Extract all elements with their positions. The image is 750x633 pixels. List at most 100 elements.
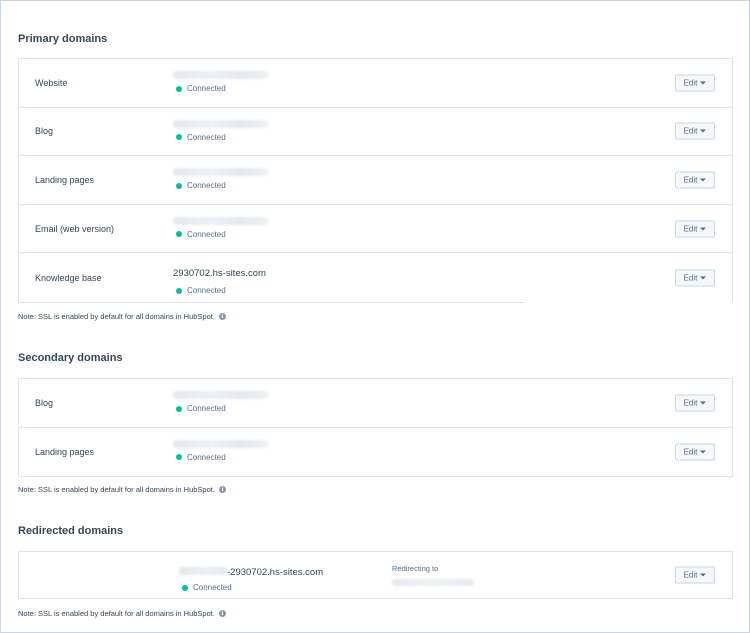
edit-label: Edit [683,398,698,408]
status-text: Connected [187,84,226,93]
ssl-note: Note: SSL is enabled by default for all … [18,485,226,494]
status-dot-icon [176,454,182,461]
caret-down-icon [700,81,707,85]
connection-status: Connected [173,133,269,142]
connection-status: Connected [173,230,269,239]
row-label: Website [35,77,68,88]
domain-redacted [179,566,227,575]
domain-cell: Connected [173,215,269,239]
primary-row-knowledge-base: Knowledge base 2930702.hs-sites.com Conn… [19,253,732,302]
status-text: Connected [187,404,226,413]
status-text: Connected [187,181,226,191]
row-label: Email (web version) [35,223,115,234]
domain-redacted [173,216,269,225]
domain-cell: Connected [173,118,269,142]
edit-button[interactable]: Edit [675,443,715,461]
status-text: Connected [187,229,226,239]
domain-cell: Connected [173,389,269,413]
connection-status: Connected [173,286,266,295]
domain-cell: Connected [173,438,269,462]
redirect-cell: Redirecting to [392,564,474,586]
status-dot-icon [176,134,182,141]
secondary-domains-table: Blog Connected Edit Landing pages Connec… [18,378,733,478]
edit-button[interactable]: Edit [675,394,715,412]
ssl-note: Note: SSL is enabled by default for all … [18,609,226,618]
primary-domains-table: Website Connected Edit Blog Connected Ed… [18,58,733,303]
connection-status: Connected [173,84,269,93]
domain-line: -2930702.hs-sites.com [179,562,323,580]
edit-button[interactable]: Edit [675,171,715,189]
primary-row-blog: Blog Connected Edit [19,108,732,157]
secondary-row-blog: Blog Connected Edit [19,379,732,428]
primary-row-website: Website Connected Edit [19,59,732,108]
caret-down-icon [700,178,707,182]
status-dot-icon [182,584,188,591]
primary-domains-title: Primary domains [18,33,108,45]
edit-button[interactable]: Edit [675,220,715,238]
edit-label: Edit [683,273,698,283]
redirected-row: -2930702.hs-sites.com Connected Redirect… [19,552,732,598]
secondary-row-landing-pages: Landing pages Connected Edit [19,428,732,477]
row-label: Blog [35,397,54,408]
domain-cell: 2930702.hs-sites.com Connected [173,263,266,295]
row-label: Landing pages [35,174,95,185]
edit-label: Edit [683,570,698,580]
domain-redacted [173,439,269,448]
domain-name[interactable]: -2930702.hs-sites.com [227,567,323,578]
caret-down-icon [700,573,707,577]
edit-button[interactable]: Edit [675,269,715,287]
ssl-note-text: Note: SSL is enabled by default for all … [18,312,215,321]
connection-status: Connected [179,583,323,592]
edit-label: Edit [683,78,698,88]
row-divider-gap [18,425,154,427]
status-dot-icon [176,231,182,238]
caret-down-icon [700,129,707,133]
domain-cell: -2930702.hs-sites.com Connected [179,562,323,592]
edit-label: Edit [683,126,698,136]
status-dot-icon [176,182,182,189]
row-label: Knowledge base [35,272,102,283]
connection-status: Connected [173,181,269,190]
status-dot-icon [176,85,182,92]
ssl-note-text: Note: SSL is enabled by default for all … [18,609,215,618]
domain-cell: Connected [173,166,269,190]
redirect-label: Redirecting to [392,564,439,573]
secondary-domains-title: Secondary domains [18,352,123,364]
status-text: Connected [187,132,226,142]
redirected-domains-table: -2930702.hs-sites.com Connected Redirect… [18,551,733,599]
row-label: Blog [35,126,54,137]
info-icon[interactable]: i [218,486,226,493]
ssl-note-text: Note: SSL is enabled by default for all … [18,485,215,494]
domain-cell: Connected [173,69,269,93]
primary-row-email: Email (web version) Connected Edit [19,205,732,254]
row-label: Landing pages [35,446,95,457]
domain-redacted [173,391,269,399]
info-icon[interactable]: i [218,313,226,320]
redirected-domains-title: Redirected domains [18,525,124,537]
caret-down-icon [700,401,707,405]
domain-redacted [173,119,269,128]
caret-down-icon [700,276,707,280]
edit-button[interactable]: Edit [675,122,715,140]
status-dot-icon [176,287,182,294]
redirect-target-redacted [392,579,474,586]
connection-status: Connected [173,453,269,462]
edit-label: Edit [683,175,698,185]
domain-redacted [173,168,269,177]
info-icon[interactable]: i [218,610,226,617]
status-text: Connected [193,583,232,592]
caret-down-icon [700,227,707,231]
edit-label: Edit [683,447,698,457]
connection-status: Connected [173,404,269,413]
primary-row-landing-pages: Landing pages Connected Edit [19,156,732,205]
status-text: Connected [187,452,226,462]
status-text: Connected [187,286,226,296]
edit-label: Edit [683,224,698,234]
domain-redacted [173,71,269,79]
edit-button[interactable]: Edit [675,74,715,92]
edit-button[interactable]: Edit [675,566,715,584]
status-dot-icon [176,405,182,412]
domain-name[interactable]: 2930702.hs-sites.com [173,268,266,279]
row-divider-gap [525,301,733,303]
caret-down-icon [700,450,707,454]
